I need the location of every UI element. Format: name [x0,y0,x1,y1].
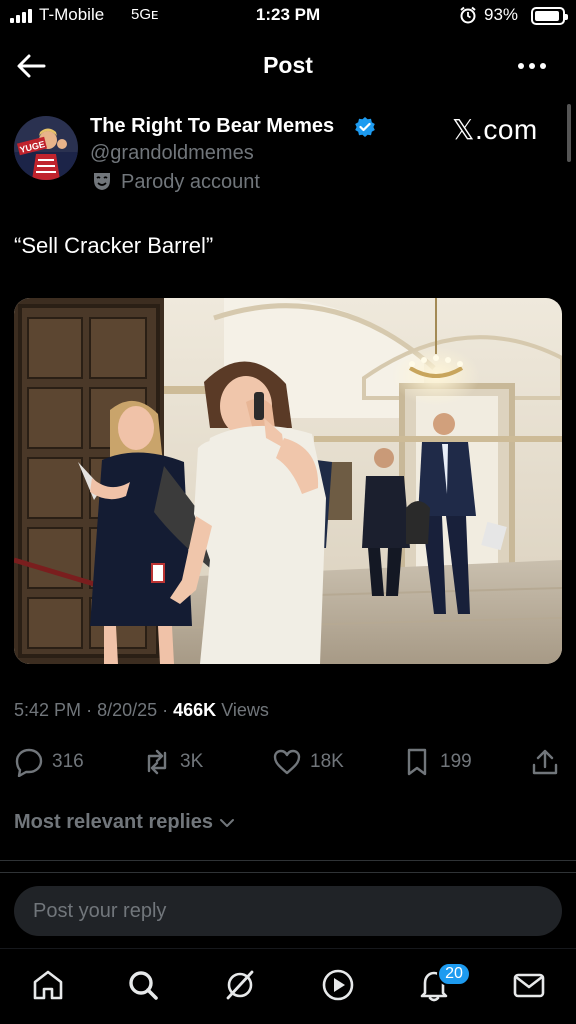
nav-search[interactable] [125,967,161,1003]
like-count: 18K [310,751,344,772]
parody-label: Parody account [121,171,260,193]
grok-icon [226,970,254,1000]
reply-button[interactable]: 316 [14,746,84,778]
bookmark-icon [407,748,427,776]
share-icon [532,749,558,775]
more-horizontal-icon[interactable] [512,52,552,80]
replies-sort-dropdown[interactable]: Most relevant replies [14,811,237,834]
bottom-nav [0,948,576,1024]
post-time: 5:42 PM [14,700,82,720]
avatar[interactable]: YUGE [14,116,78,180]
replies-sort-label: Most relevant replies [14,811,213,833]
scrollbar[interactable] [567,104,571,162]
video-icon [322,969,354,1001]
views-count: 466K [173,700,217,720]
reply-input[interactable] [14,886,562,936]
nav-home[interactable] [30,967,66,1003]
divider [0,860,576,861]
author-handle[interactable]: @grandoldmemes [90,142,254,165]
reply-composer[interactable] [14,886,562,936]
reply-icon [15,748,43,777]
views-label: Views [221,700,269,720]
nav-messages[interactable] [511,967,547,1003]
brand-watermark: 𝕏.com [452,114,538,145]
search-icon [129,971,158,1000]
nav-grok[interactable] [222,967,258,1003]
post-meta: 5:42 PM · 8/20/25 · 466K Views [14,700,269,720]
repost-button[interactable]: 3K [142,746,203,778]
share-button[interactable] [530,746,560,778]
status-bar: T-Mobile 5Gᴇ 1:23 PM 93% [0,0,576,36]
bookmark-count: 199 [440,751,472,772]
theater-mask-icon [94,173,110,190]
repost-count: 3K [180,751,204,772]
verified-badge-icon [355,117,375,137]
heart-icon [273,749,301,775]
battery-icon [531,7,568,25]
author-name[interactable]: The Right To Bear Memes [90,115,334,138]
screen: T-Mobile 5Gᴇ 1:23 PM 93% Post YUGE The R… [0,0,576,1024]
alarm-icon [460,6,476,24]
home-icon [33,970,63,1000]
chevron-down-icon [219,818,234,827]
nav-video[interactable] [320,967,356,1003]
battery-percent: 93% [484,5,519,24]
notifications-badge: 20 [437,962,471,986]
post-text: “Sell Cracker Barrel” [14,233,214,258]
page-title: Post [263,52,313,78]
like-button[interactable]: 18K [272,746,344,778]
reply-count: 316 [52,751,84,772]
messages-icon [513,973,545,998]
bookmark-button[interactable]: 199 [402,746,472,778]
repost-icon [147,749,167,775]
top-bar: Post [0,44,576,88]
divider [0,872,576,873]
post-image[interactable] [14,298,562,664]
post-date: 8/20/25 [97,700,158,720]
